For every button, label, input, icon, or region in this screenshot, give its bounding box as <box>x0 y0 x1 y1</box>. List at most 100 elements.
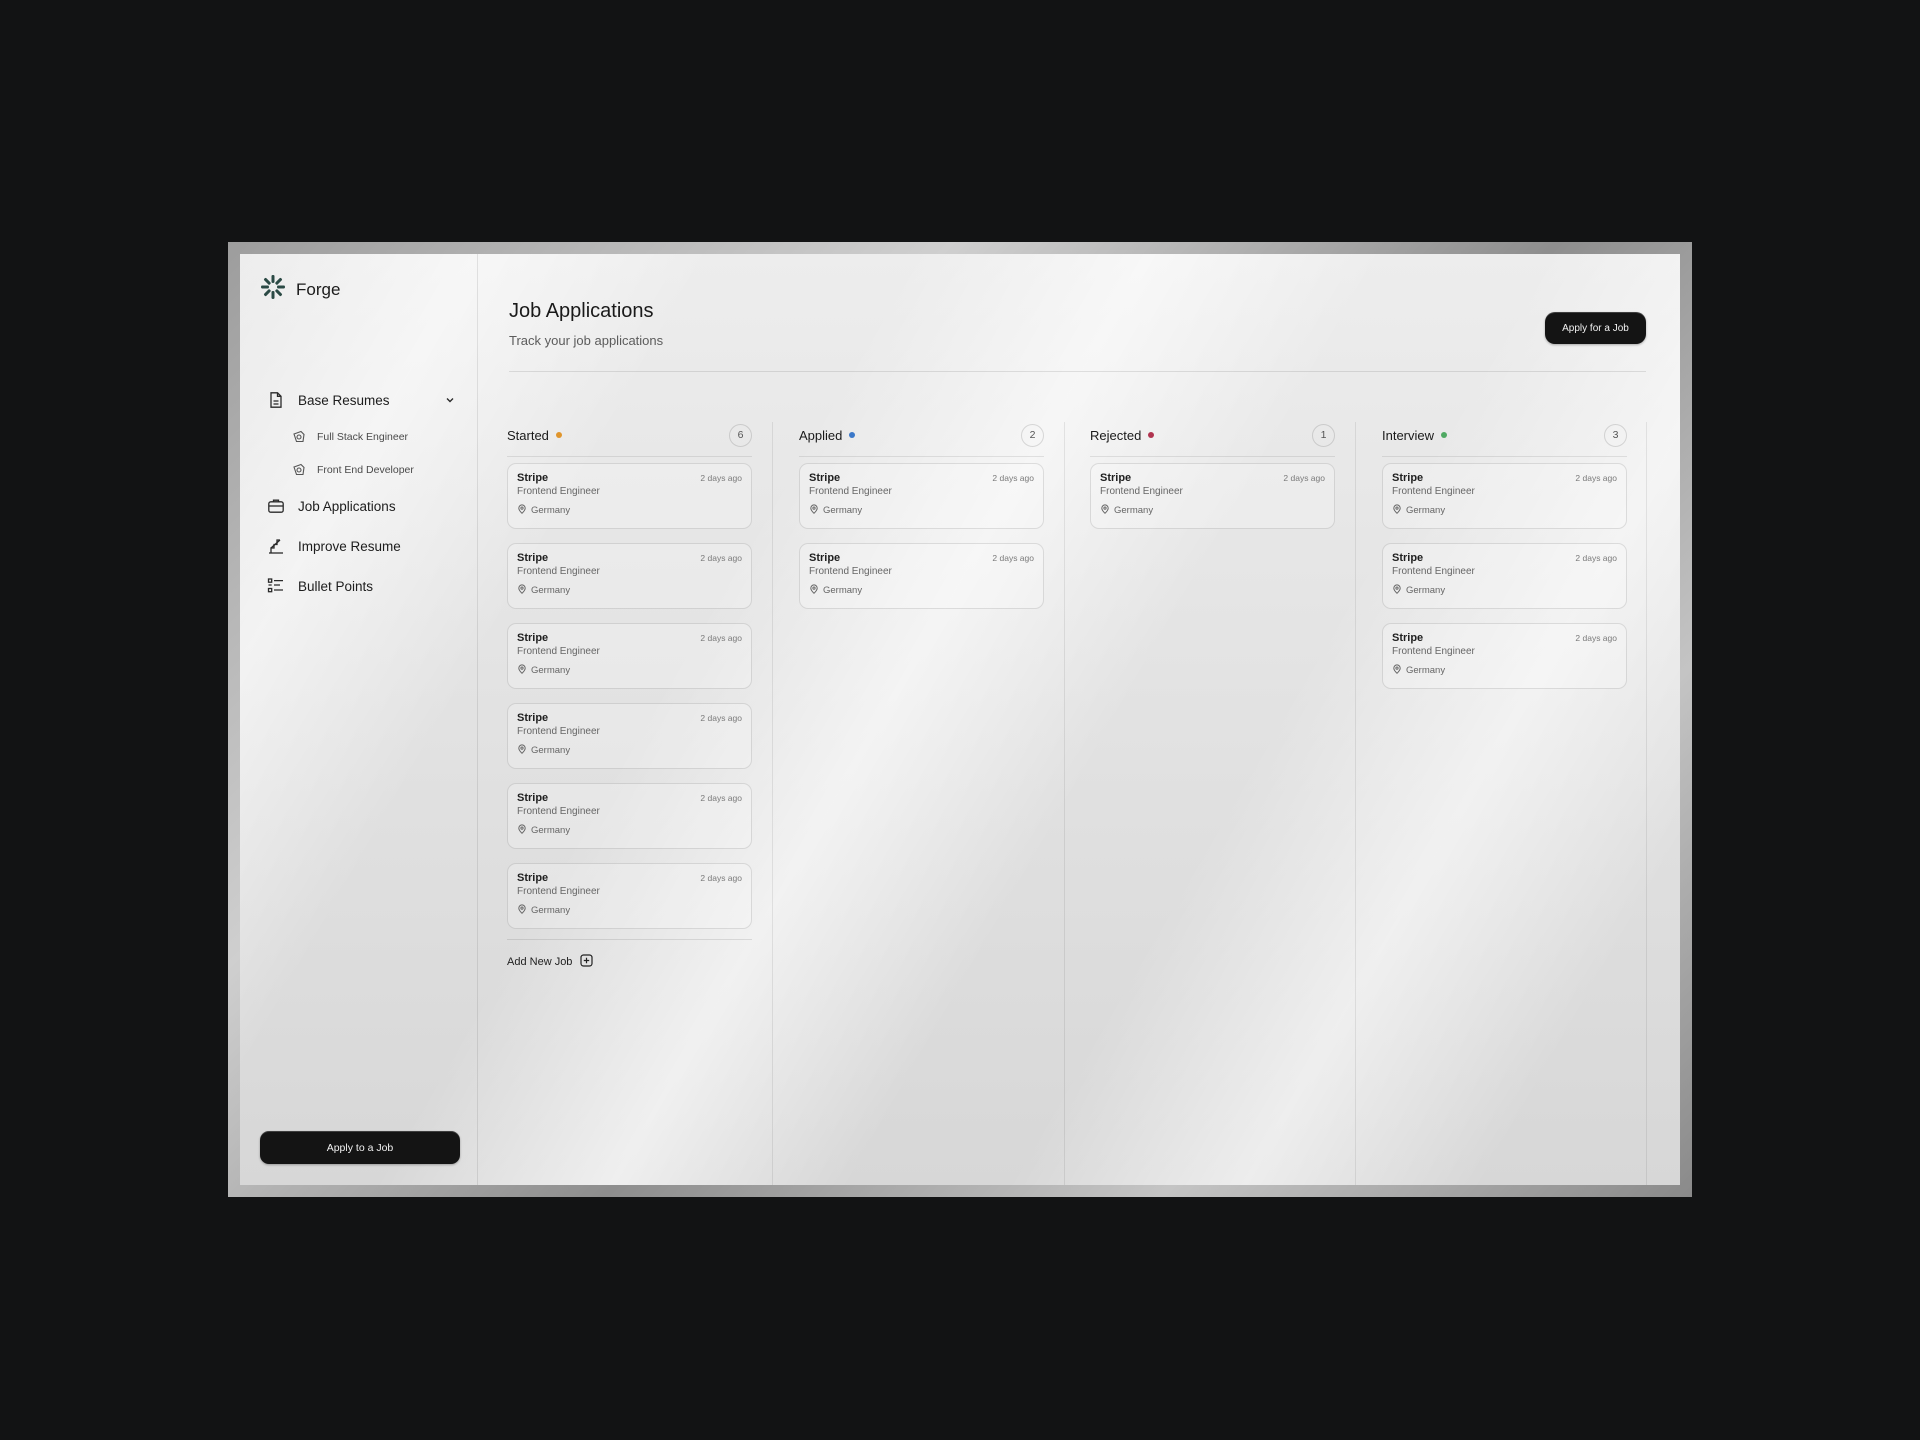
document-icon <box>266 390 286 410</box>
column-title: Rejected <box>1090 427 1142 443</box>
job-timestamp: 2 days ago <box>1283 473 1325 483</box>
job-card[interactable]: Stripe 2 days ago Frontend Engineer Germany <box>507 543 752 609</box>
job-location: Germany <box>517 584 742 597</box>
chart-step-icon <box>266 536 286 556</box>
location-pin-icon <box>1100 504 1110 517</box>
job-role: Frontend Engineer <box>1392 566 1475 577</box>
sidebar-item-label: Bullet Points <box>298 578 374 594</box>
job-location: Germany <box>517 904 742 917</box>
add-new-job-button[interactable]: Add New Job <box>507 939 752 970</box>
location-pin-icon <box>809 504 819 517</box>
job-role: Frontend Engineer <box>517 486 600 497</box>
job-role: Frontend Engineer <box>517 806 600 817</box>
header-divider <box>509 371 1646 372</box>
brand[interactable]: Forge <box>260 274 340 305</box>
column-divider <box>1646 422 1647 1185</box>
job-location: Germany <box>517 824 742 837</box>
location-pin-icon <box>1392 664 1402 677</box>
job-card[interactable]: Stripe 2 days ago Frontend Engineer Germany <box>1382 623 1627 689</box>
sidebar-item-base-resumes[interactable]: Base Resumes <box>266 380 456 420</box>
job-location-text: Germany <box>823 585 863 596</box>
card-list: Stripe 2 days ago Frontend Engineer Germany… <box>1382 463 1627 689</box>
job-timestamp: 2 days ago <box>1575 473 1617 483</box>
card-list: Stripe 2 days ago Frontend Engineer Germany <box>1090 463 1335 529</box>
job-location: Germany <box>517 504 742 517</box>
job-location: Germany <box>517 744 742 757</box>
job-role: Frontend Engineer <box>1392 646 1475 657</box>
resume-item-front-end-developer[interactable]: Front End Developer <box>266 453 456 486</box>
resume-item-label: Front End Developer <box>317 463 414 476</box>
forge-logo-icon <box>260 274 286 305</box>
status-dot <box>1148 432 1155 438</box>
job-location-text: Germany <box>531 585 571 596</box>
column-started: Started 6 Stripe 2 days ago Frontend Enginee… <box>507 422 752 1185</box>
brand-name: Forge <box>296 279 341 299</box>
badge-icon <box>292 463 306 477</box>
job-card[interactable]: Stripe 2 days ago Frontend Engineer Germany <box>507 463 752 529</box>
job-timestamp: 2 days ago <box>1575 553 1617 563</box>
job-timestamp: 2 days ago <box>992 473 1034 483</box>
location-pin-icon <box>517 824 527 837</box>
job-location: Germany <box>1392 584 1617 597</box>
location-pin-icon <box>1392 504 1402 517</box>
job-timestamp: 2 days ago <box>1575 633 1617 643</box>
sidebar-item-label: Base Resumes <box>298 392 390 408</box>
briefcase-icon <box>266 496 286 516</box>
sidebar-nav: Base Resumes Full Stack Engineer Front E… <box>266 380 456 606</box>
location-pin-icon <box>517 744 527 757</box>
badge-icon <box>292 430 306 444</box>
column-count-badge: 3 <box>1604 423 1627 447</box>
column-title: Interview <box>1382 427 1435 443</box>
column-interview: Interview 3 Stripe 2 days ago Frontend Engin… <box>1382 422 1627 1185</box>
job-location-text: Germany <box>531 505 571 516</box>
job-card[interactable]: Stripe 2 days ago Frontend Engineer Germany <box>1090 463 1335 529</box>
job-card[interactable]: Stripe 2 days ago Frontend Engineer Germany <box>1382 543 1627 609</box>
location-pin-icon <box>517 584 527 597</box>
page-title: Job Applications <box>509 300 654 322</box>
job-card[interactable]: Stripe 2 days ago Frontend Engineer Germany <box>507 783 752 849</box>
job-timestamp: 2 days ago <box>700 793 742 803</box>
location-pin-icon <box>809 584 819 597</box>
job-card[interactable]: Stripe 2 days ago Frontend Engineer Germany <box>799 463 1044 529</box>
column-title: Applied <box>799 427 843 443</box>
job-location: Germany <box>1392 664 1617 677</box>
column-rejected: Rejected 1 Stripe 2 days ago Frontend Engine… <box>1090 422 1335 1185</box>
column-count-badge: 1 <box>1312 423 1335 447</box>
job-location: Germany <box>1392 504 1617 517</box>
job-location-text: Germany <box>1406 585 1446 596</box>
job-location-text: Germany <box>531 745 571 756</box>
sidebar-item-label: Job Applications <box>298 498 396 514</box>
column-header: Rejected 1 <box>1090 422 1335 457</box>
sidebar-item-improve-resume[interactable]: Improve Resume <box>266 526 456 566</box>
add-new-job-label: Add New Job <box>507 956 573 968</box>
resume-item-full-stack-engineer[interactable]: Full Stack Engineer <box>266 420 456 453</box>
apply-to-job-button[interactable]: Apply to a Job <box>260 1131 460 1164</box>
sidebar-item-job-applications[interactable]: Job Applications <box>266 486 456 526</box>
job-location-text: Germany <box>531 665 571 676</box>
column-divider <box>1064 422 1065 1185</box>
location-pin-icon <box>517 504 527 517</box>
job-card[interactable]: Stripe 2 days ago Frontend Engineer Germany <box>507 623 752 689</box>
apply-for-job-button[interactable]: Apply for a Job <box>1545 312 1646 344</box>
sidebar-item-bullet-points[interactable]: Bullet Points <box>266 566 456 606</box>
job-location-text: Germany <box>1114 505 1154 516</box>
column-divider <box>1355 422 1356 1185</box>
job-role: Frontend Engineer <box>1392 486 1475 497</box>
app-window: Forge Base Resumes Full Stack Engineer F… <box>240 254 1680 1185</box>
job-card[interactable]: Stripe 2 days ago Frontend Engineer Germany <box>799 543 1044 609</box>
job-timestamp: 2 days ago <box>700 633 742 643</box>
job-timestamp: 2 days ago <box>700 713 742 723</box>
chevron-down-icon[interactable] <box>444 394 456 406</box>
kanban-board: Started 6 Stripe 2 days ago Frontend Enginee… <box>507 422 1647 1185</box>
job-location-text: Germany <box>823 505 863 516</box>
job-timestamp: 2 days ago <box>700 473 742 483</box>
job-card[interactable]: Stripe 2 days ago Frontend Engineer Germany <box>1382 463 1627 529</box>
job-card[interactable]: Stripe 2 days ago Frontend Engineer Germany <box>507 703 752 769</box>
column-count-badge: 2 <box>1021 423 1044 447</box>
job-card[interactable]: Stripe 2 days ago Frontend Engineer Germany <box>507 863 752 929</box>
column-header: Applied 2 <box>799 422 1044 457</box>
job-location-text: Germany <box>531 905 571 916</box>
location-pin-icon <box>517 904 527 917</box>
column-divider <box>772 422 773 1185</box>
plus-square-icon <box>580 954 594 970</box>
